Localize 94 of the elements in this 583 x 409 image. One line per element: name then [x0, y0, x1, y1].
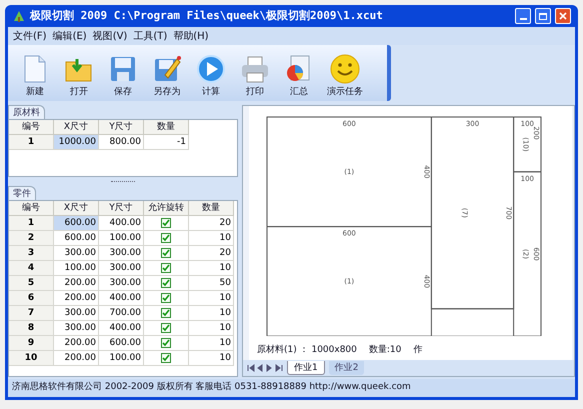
table-cell: 200.00 [54, 291, 99, 306]
table-cell: 300.00 [99, 261, 144, 276]
table-cell: 10 [189, 231, 234, 246]
column-header: 数量 [189, 201, 234, 216]
table-cell: 100.00 [99, 231, 144, 246]
table-cell: 300.00 [54, 321, 99, 336]
close-button[interactable] [555, 8, 571, 24]
checkbox[interactable] [161, 218, 171, 228]
table-cell: -1 [144, 135, 189, 150]
checkbox[interactable] [161, 338, 171, 348]
table-cell: 400.00 [99, 291, 144, 306]
toolbar-button[interactable]: 打开 [58, 47, 100, 99]
sheet-tab[interactable]: 作业1 [287, 361, 325, 375]
table-cell: 10 [189, 321, 234, 336]
checkbox[interactable] [161, 293, 171, 303]
menu-item[interactable]: 文件(F) [13, 28, 47, 44]
column-header: 编号 [9, 201, 54, 216]
toolbar-button[interactable]: 保存 [102, 47, 144, 99]
panel-tab[interactable]: 原材料 [8, 105, 45, 119]
table-cell: 100.00 [54, 261, 99, 276]
table-cell: 20 [189, 246, 234, 261]
column-header: X尺寸 [54, 201, 99, 216]
toolbar-button[interactable]: 新建 [14, 47, 56, 99]
table-cell: 700.00 [99, 306, 144, 321]
checkbox[interactable] [161, 233, 171, 243]
menu-item[interactable]: 工具(T) [133, 28, 168, 44]
row-header: 2 [9, 231, 54, 246]
info-text: 原材料(1) ： 1000x800 [257, 344, 357, 358]
table-cell: 200.00 [54, 276, 99, 291]
menu-item[interactable]: 帮助(H) [173, 28, 209, 44]
table-cell: 10 [189, 291, 234, 306]
info-text: 数量:10 [368, 344, 402, 358]
column-header: X尺寸 [54, 120, 99, 135]
row-header: 4 [9, 261, 54, 276]
sheet-tab[interactable]: 作业2 [328, 361, 364, 375]
table-cell: 10 [189, 261, 234, 276]
column-header: Y尺寸 [99, 120, 144, 135]
column-header: 允许旋转 [144, 201, 189, 216]
toolbar-button[interactable]: 计算 [190, 47, 232, 99]
menu-item[interactable]: 视图(V) [92, 28, 128, 44]
table-cell: 300.00 [99, 276, 144, 291]
table-cell: 10 [189, 351, 234, 366]
table-cell: 10 [189, 336, 234, 351]
checkbox[interactable] [161, 263, 171, 273]
row-header: 6 [9, 291, 54, 306]
row-header: 7 [9, 306, 54, 321]
row-header: 1 [9, 135, 54, 150]
page-navigation-icon[interactable] [247, 364, 283, 372]
minimize-button[interactable] [515, 8, 531, 24]
table-cell: 600.00 [54, 231, 99, 246]
checkbox[interactable] [161, 278, 171, 288]
checkbox[interactable] [161, 248, 171, 258]
window-title: 极限切割 2009 C:\Program Files\queek\极限切割2009\1.xcut [30, 8, 384, 24]
checkbox[interactable] [161, 353, 171, 363]
table-cell: 100.00 [99, 351, 144, 366]
checkbox[interactable] [161, 308, 171, 318]
table-cell: 200.00 [54, 351, 99, 366]
table-cell: 400.00 [99, 321, 144, 336]
table-cell: 300.00 [99, 246, 144, 261]
app-icon [12, 9, 26, 23]
row-header: 10 [9, 351, 54, 366]
row-header: 3 [9, 246, 54, 261]
smiley-icon [329, 52, 361, 84]
table-cell: 800.00 [99, 135, 144, 150]
table-cell: 50 [189, 276, 234, 291]
column-header: 编号 [9, 120, 54, 135]
toolbar-button[interactable]: 演示任务 [322, 47, 368, 99]
status-text: 济南思格软件有限公司 2002-2009 版权所有 客服电话 0531-88918889 http://www.queek.com [12, 381, 411, 394]
table-cell: 200.00 [54, 336, 99, 351]
table-cell: 400.00 [99, 216, 144, 231]
table-cell: 300.00 [54, 246, 99, 261]
row-header: 8 [9, 321, 54, 336]
row-header: 9 [9, 336, 54, 351]
menu-item[interactable]: 编辑(E) [52, 28, 87, 44]
column-header: Y尺寸 [99, 201, 144, 216]
table-cell: 1000.00 [54, 135, 99, 150]
maximize-button[interactable] [535, 8, 551, 24]
table-cell: 300.00 [54, 306, 99, 321]
toolbar-button[interactable]: 打印 [234, 47, 276, 99]
close-icon [559, 12, 567, 20]
row-header: 5 [9, 276, 54, 291]
checkbox[interactable] [161, 323, 171, 333]
row-header: 1 [9, 216, 54, 231]
info-text: 作 [413, 344, 422, 358]
toolbar-button[interactable]: 另存为 [146, 47, 188, 99]
table-cell: 10 [189, 306, 234, 321]
column-header: 数量 [144, 120, 189, 135]
panel-tab[interactable]: 零件 [8, 186, 36, 200]
table-cell: 20 [189, 216, 234, 231]
table-cell: 600.00 [99, 336, 144, 351]
play-icon [195, 52, 227, 84]
table-cell: 600.00 [54, 216, 99, 231]
toolbar-button[interactable]: 汇总 [278, 47, 320, 99]
splitter-handle[interactable] [111, 180, 135, 182]
